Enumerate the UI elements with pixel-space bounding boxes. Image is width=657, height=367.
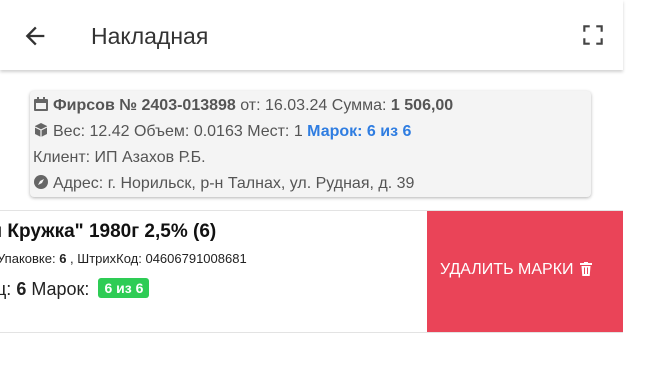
barcode-label: , ШтрихКод: (66, 251, 146, 266)
delete-marks-text: УДАЛИТЬ МАРКИ (440, 261, 574, 278)
page-title: Накладная (91, 23, 209, 49)
item-name: я Кружка" 1980г 2,5% (6) (0, 221, 217, 242)
app-bar: Накладная (0, 0, 623, 70)
compass-icon (33, 174, 49, 190)
divider (0, 332, 623, 333)
count-label: ц: (0, 279, 12, 299)
delete-marks-button[interactable]: УДАЛИТЬ МАРКИ (427, 211, 623, 332)
item-pack-barcode: Упаковке: 6 , ШтрихКод: 04606791008681 (0, 251, 247, 266)
cube-icon (33, 122, 49, 138)
delete-marks-label: УДАЛИТЬ МАРКИ (440, 261, 592, 279)
list-item[interactable]: я Кружка" 1980г 2,5% (6) Упаковке: 6 , Ш… (0, 211, 427, 332)
weight-volume-places: Вес: 12.42 Объем: 0.0163 Мест: 1 (53, 123, 308, 140)
invoice-sum: 1 506,00 (390, 97, 454, 114)
trash-icon (579, 262, 592, 276)
marks-count: Марок: 6 из 6 (307, 123, 412, 140)
marks-label: Марок: (26, 279, 95, 299)
supplier-number: Фирсов № 2403-013898 (53, 97, 236, 114)
calendar-icon (33, 96, 49, 112)
date-label: от: (235, 97, 266, 114)
barcode-value: 04606791008681 (145, 251, 247, 266)
marks-badge: 6 из 6 (98, 278, 150, 298)
invoice-metrics-row: Вес: 12.42 Объем: 0.0163 Мест: 1 Марок: … (33, 122, 411, 142)
sum-label: Сумма: (327, 97, 391, 114)
fullscreen-icon[interactable] (580, 22, 606, 48)
pack-label: Упаковке: (0, 251, 60, 266)
item-count-row: ц: 6 Марок: 6 из 6 (0, 278, 150, 300)
count-value: 6 (16, 279, 27, 299)
arrow-left-icon[interactable] (21, 22, 49, 50)
invoice-card[interactable]: Фирсов № 2403-013898 от: 16.03.24 Сумма:… (30, 91, 591, 197)
address-row: Адрес: г. Норильск, р-н Талнах, ул. Рудн… (33, 174, 414, 194)
invoice-date: 16.03.24 (265, 97, 328, 114)
client-name: Клиент: ИП Азахов Р.Б. (33, 149, 206, 166)
invoice-header-row: Фирсов № 2403-013898 от: 16.03.24 Сумма:… (33, 96, 453, 116)
address-text: Адрес: г. Норильск, р-н Талнах, ул. Рудн… (53, 175, 415, 192)
